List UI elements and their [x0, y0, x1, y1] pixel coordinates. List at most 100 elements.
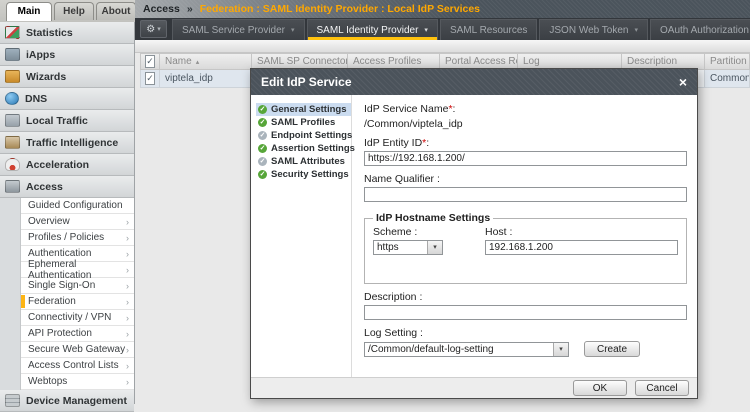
breadcrumb-root[interactable]: Access	[143, 3, 180, 15]
sidebar-subitem-overview[interactable]: Overview ›	[21, 214, 134, 230]
chevron-down-icon: ▾	[553, 343, 568, 356]
sidebar-item-device-management[interactable]: Device Management	[0, 390, 134, 412]
sidebar-item-label: Acceleration	[26, 159, 89, 171]
description-input[interactable]	[364, 305, 687, 320]
sidebar-subitem-webtops[interactable]: Webtops ›	[21, 374, 134, 390]
chevron-down-icon: ▾	[157, 25, 161, 33]
menu-item-general-settings[interactable]: ✓ General Settings	[256, 103, 351, 116]
menu-item-security-settings[interactable]: ✓ Security Settings	[256, 168, 351, 181]
log-setting-label: Log Setting :	[364, 327, 687, 339]
menu-item-assertion-settings[interactable]: ✓ Assertion Settings	[256, 142, 351, 155]
menu-item-saml-attributes[interactable]: ✓ SAML Attributes	[256, 155, 351, 168]
sidebar-item-access[interactable]: Access	[0, 176, 134, 198]
sidebar-item-traffic-intelligence[interactable]: Traffic Intelligence	[0, 132, 134, 154]
host-input[interactable]	[485, 240, 678, 255]
federation-tab-bar: ⚙ ▾ SAML Service Provider ▾ SAML Identit…	[135, 18, 750, 40]
chevron-right-icon: ›	[126, 217, 129, 227]
name-qualifier-input[interactable]	[364, 187, 687, 202]
idp-service-name-label: IdP Service Name*:	[364, 103, 687, 115]
tab-about[interactable]: About	[96, 2, 136, 20]
scheme-label: Scheme :	[373, 226, 443, 238]
tab-label: SAML Identity Provider	[317, 25, 419, 36]
select-all-checkbox-cell: ✓	[140, 53, 160, 70]
sidebar-subitem-secure-web-gateway[interactable]: Secure Web Gateway ›	[21, 342, 134, 358]
edit-idp-service-dialog: Edit IdP Service × ✓ General Settings ✓ …	[250, 68, 698, 399]
tab-help[interactable]: Help	[54, 2, 94, 20]
row-name-cell[interactable]: viptela_idp	[160, 70, 252, 88]
close-icon[interactable]: ×	[679, 75, 687, 89]
chevron-right-icon: ›	[126, 329, 129, 339]
label-text: IdP Entity ID	[364, 137, 422, 149]
dialog-settings-menu: ✓ General Settings ✓ SAML Profiles ✓ End…	[251, 95, 352, 377]
sidebar-item-label: DNS	[25, 93, 47, 105]
statistics-icon	[5, 26, 20, 39]
log-setting-selected-value: /Common/default-log-setting	[365, 343, 553, 356]
green-check-icon: ✓	[258, 105, 267, 114]
chevron-right-icon: ›	[126, 249, 129, 259]
idp-hostname-settings-legend: IdP Hostname Settings	[373, 212, 493, 224]
breadcrumb-path: Federation : SAML Identity Provider : Lo…	[200, 3, 480, 15]
tab-saml-resources[interactable]: SAML Resources	[440, 19, 537, 40]
sidebar-subitem-api-protection[interactable]: API Protection ›	[21, 326, 134, 342]
subitem-label: Federation	[28, 296, 76, 307]
menu-item-label: Endpoint Settings	[271, 130, 352, 141]
sidebar-item-statistics[interactable]: Statistics	[0, 22, 134, 44]
subitem-label: Guided Configuration	[28, 200, 123, 211]
sidebar-item-label: Traffic Intelligence	[26, 137, 118, 149]
menu-item-label: Assertion Settings	[271, 143, 355, 154]
sidebar-subitem-single-sign-on[interactable]: Single Sign-On ›	[21, 278, 134, 294]
subitem-label: Webtops	[28, 376, 67, 387]
column-label: Access Profiles	[353, 56, 421, 67]
idp-hostname-settings-group: IdP Hostname Settings Scheme : https ▾ H…	[364, 212, 687, 284]
tab-oauth-authorization-server[interactable]: OAuth Authorization Server ▾	[650, 19, 750, 40]
subitem-label: Single Sign-On	[28, 280, 95, 291]
select-all-checkbox[interactable]: ✓	[145, 55, 155, 68]
sidebar-subitem-profiles-policies[interactable]: Profiles / Policies ›	[21, 230, 134, 246]
tab-main[interactable]: Main	[6, 2, 52, 21]
log-setting-select[interactable]: /Common/default-log-setting ▾	[364, 342, 569, 357]
column-header-name[interactable]: Name ▴	[160, 53, 252, 70]
cancel-button[interactable]: Cancel	[635, 380, 689, 396]
gear-menu-button[interactable]: ⚙ ▾	[140, 20, 167, 38]
sidebar-subitem-federation[interactable]: Federation ›	[21, 294, 134, 310]
wizards-icon	[5, 70, 20, 83]
sidebar-subitem-ephemeral-authentication[interactable]: Ephemeral Authentication ›	[21, 262, 134, 278]
column-label: Name	[165, 56, 192, 67]
subitem-label: Connectivity / VPN	[28, 312, 111, 323]
subitem-label: Overview	[28, 216, 70, 227]
create-button[interactable]: Create	[584, 341, 640, 357]
green-check-icon: ✓	[258, 144, 267, 153]
tab-saml-service-provider[interactable]: SAML Service Provider ▾	[172, 19, 305, 40]
sidebar-item-acceleration[interactable]: Acceleration	[0, 154, 134, 176]
tab-label: OAuth Authorization Server	[660, 25, 750, 36]
main-navigation-sidebar: Statistics iApps Wizards DNS Local Traff…	[0, 22, 135, 404]
menu-item-saml-profiles[interactable]: ✓ SAML Profiles	[256, 116, 351, 129]
partition-value: Common	[710, 73, 750, 84]
idp-service-name-link[interactable]: viptela_idp	[165, 73, 213, 84]
row-checkbox[interactable]: ✓	[145, 72, 155, 85]
sidebar-subitem-access-control-lists[interactable]: Access Control Lists ›	[21, 358, 134, 374]
green-check-icon: ✓	[258, 170, 267, 179]
access-submenu: Guided Configuration Overview › Profiles…	[20, 198, 134, 390]
dialog-footer: OK Cancel	[251, 377, 697, 398]
traffic-intelligence-icon	[5, 136, 20, 149]
tab-saml-identity-provider[interactable]: SAML Identity Provider ▾	[307, 19, 438, 40]
sidebar-item-local-traffic[interactable]: Local Traffic	[0, 110, 134, 132]
label-colon: :	[426, 137, 429, 149]
list-toolbar-strip	[135, 40, 750, 53]
tab-json-web-token[interactable]: JSON Web Token ▾	[539, 19, 648, 40]
idp-entity-id-input[interactable]	[364, 151, 687, 166]
subitem-label: API Protection	[28, 328, 92, 339]
scheme-select[interactable]: https ▾	[373, 240, 443, 255]
sidebar-item-wizards[interactable]: Wizards	[0, 66, 134, 88]
sidebar-subitem-connectivity-vpn[interactable]: Connectivity / VPN ›	[21, 310, 134, 326]
sidebar-item-dns[interactable]: DNS	[0, 88, 134, 110]
chevron-right-icon: ›	[126, 281, 129, 291]
sidebar-subitem-guided-configuration[interactable]: Guided Configuration	[21, 198, 134, 214]
sidebar-item-iapps[interactable]: iApps	[0, 44, 134, 66]
scheme-selected-value: https	[374, 241, 427, 254]
dialog-header: Edit IdP Service ×	[251, 69, 697, 95]
ok-button[interactable]: OK	[573, 380, 627, 396]
acceleration-gauge-icon	[5, 158, 20, 171]
menu-item-endpoint-settings[interactable]: ✓ Endpoint Settings	[256, 129, 351, 142]
